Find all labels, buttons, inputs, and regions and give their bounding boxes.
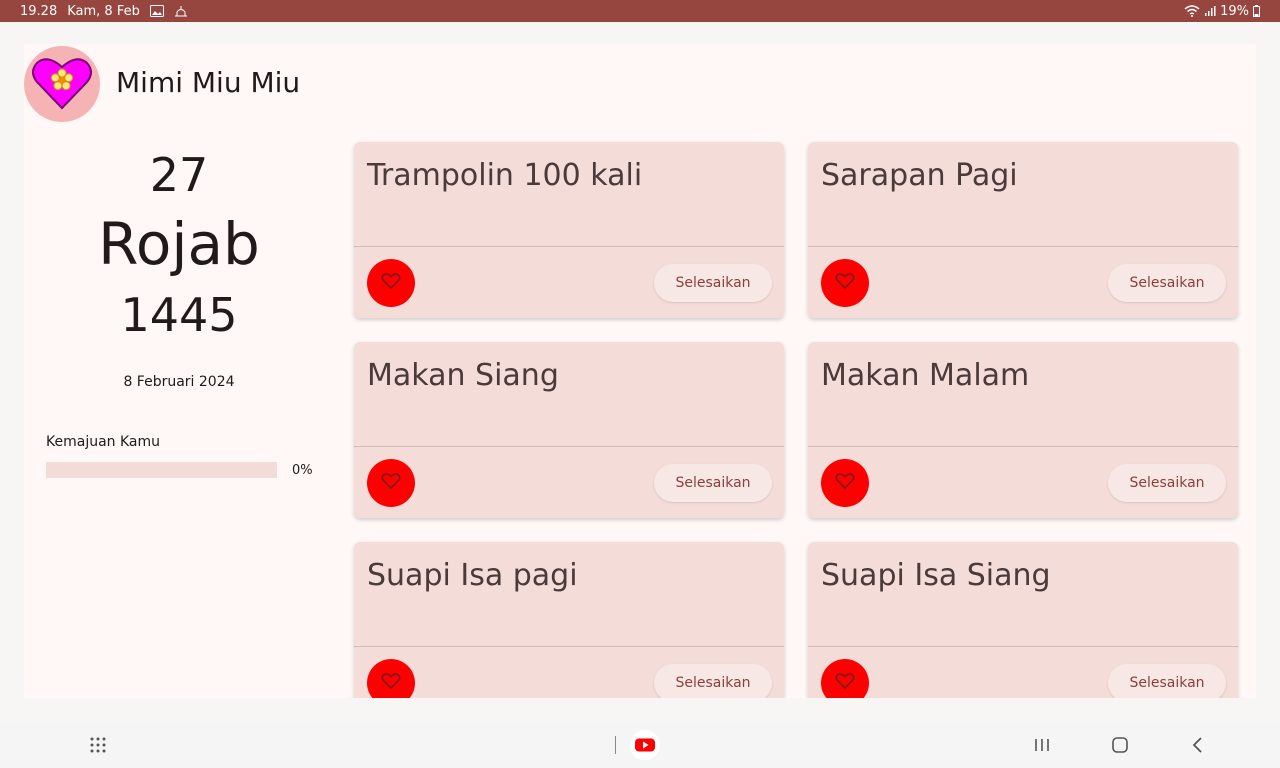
complete-button[interactable]: Selesaikan [1108, 264, 1226, 302]
app-title: Mimi Miu Miu [116, 66, 301, 99]
hijri-year: 1445 [120, 288, 238, 342]
favorite-button[interactable] [821, 259, 869, 307]
mosque-icon [174, 5, 188, 17]
battery-icon [1253, 5, 1260, 17]
progress-bar [46, 462, 277, 478]
task-title: Sarapan Pagi [821, 158, 1018, 193]
task-card: Suapi Isa pagi Selesaikan [354, 542, 784, 698]
gallery-icon [149, 5, 164, 17]
task-card: Trampolin 100 kali Selesaikan [354, 142, 784, 318]
heart-outline-icon [381, 272, 401, 294]
status-time: 19.28 [20, 3, 58, 19]
heart-outline-icon [381, 672, 401, 694]
card-divider [808, 646, 1238, 647]
heart-outline-icon [835, 472, 855, 494]
signal-icon [1204, 5, 1216, 17]
card-divider [808, 246, 1238, 247]
status-date: Kam, 8 Feb [67, 3, 140, 19]
task-title: Suapi Isa pagi [367, 558, 578, 593]
complete-button[interactable]: Selesaikan [654, 464, 772, 502]
navigation-bar [0, 722, 1280, 768]
favorite-button[interactable] [367, 659, 415, 698]
favorite-button[interactable] [367, 459, 415, 507]
status-bar: 19.28 Kam, 8 Feb 19% [0, 0, 1280, 22]
task-card: Sarapan Pagi Selesaikan [808, 142, 1238, 318]
nav-divider [612, 722, 618, 768]
heart-outline-icon [835, 672, 855, 694]
recents-icon[interactable] [1028, 722, 1056, 768]
battery-percent: 19% [1220, 3, 1249, 19]
card-divider [808, 446, 1238, 447]
app-surface: Mimi Miu Miu 27 Rojab 1445 8 Februari 20… [24, 44, 1256, 698]
task-title: Makan Siang [367, 358, 559, 393]
complete-button[interactable]: Selesaikan [654, 664, 772, 698]
card-divider [354, 646, 784, 647]
card-divider [354, 446, 784, 447]
progress-label: Kemajuan Kamu [46, 434, 161, 450]
complete-button[interactable]: Selesaikan [654, 264, 772, 302]
task-title: Trampolin 100 kali [367, 158, 643, 193]
heart-outline-icon [835, 272, 855, 294]
heart-flower-icon [31, 54, 93, 114]
task-title: Suapi Isa Siang [821, 558, 1051, 593]
youtube-icon[interactable] [628, 722, 662, 768]
heart-outline-icon [381, 472, 401, 494]
task-title: Makan Malam [821, 358, 1030, 393]
task-card: Makan Siang Selesaikan [354, 342, 784, 518]
home-icon[interactable] [1106, 722, 1134, 768]
back-icon[interactable] [1184, 722, 1212, 768]
task-card: Suapi Isa Siang Selesaikan [808, 542, 1238, 698]
card-divider [354, 246, 784, 247]
avatar[interactable] [24, 46, 100, 122]
task-card: Makan Malam Selesaikan [808, 342, 1238, 518]
complete-button[interactable]: Selesaikan [1108, 664, 1226, 698]
favorite-button[interactable] [367, 259, 415, 307]
wifi-icon [1184, 5, 1200, 17]
favorite-button[interactable] [821, 459, 869, 507]
hijri-month: Rojab [98, 210, 260, 278]
favorite-button[interactable] [821, 659, 869, 698]
gregorian-date: 8 Februari 2024 [123, 374, 235, 390]
hijri-day: 27 [149, 148, 209, 202]
progress-percent: 0% [292, 463, 313, 478]
complete-button[interactable]: Selesaikan [1108, 464, 1226, 502]
app-drawer-icon[interactable] [80, 722, 116, 768]
